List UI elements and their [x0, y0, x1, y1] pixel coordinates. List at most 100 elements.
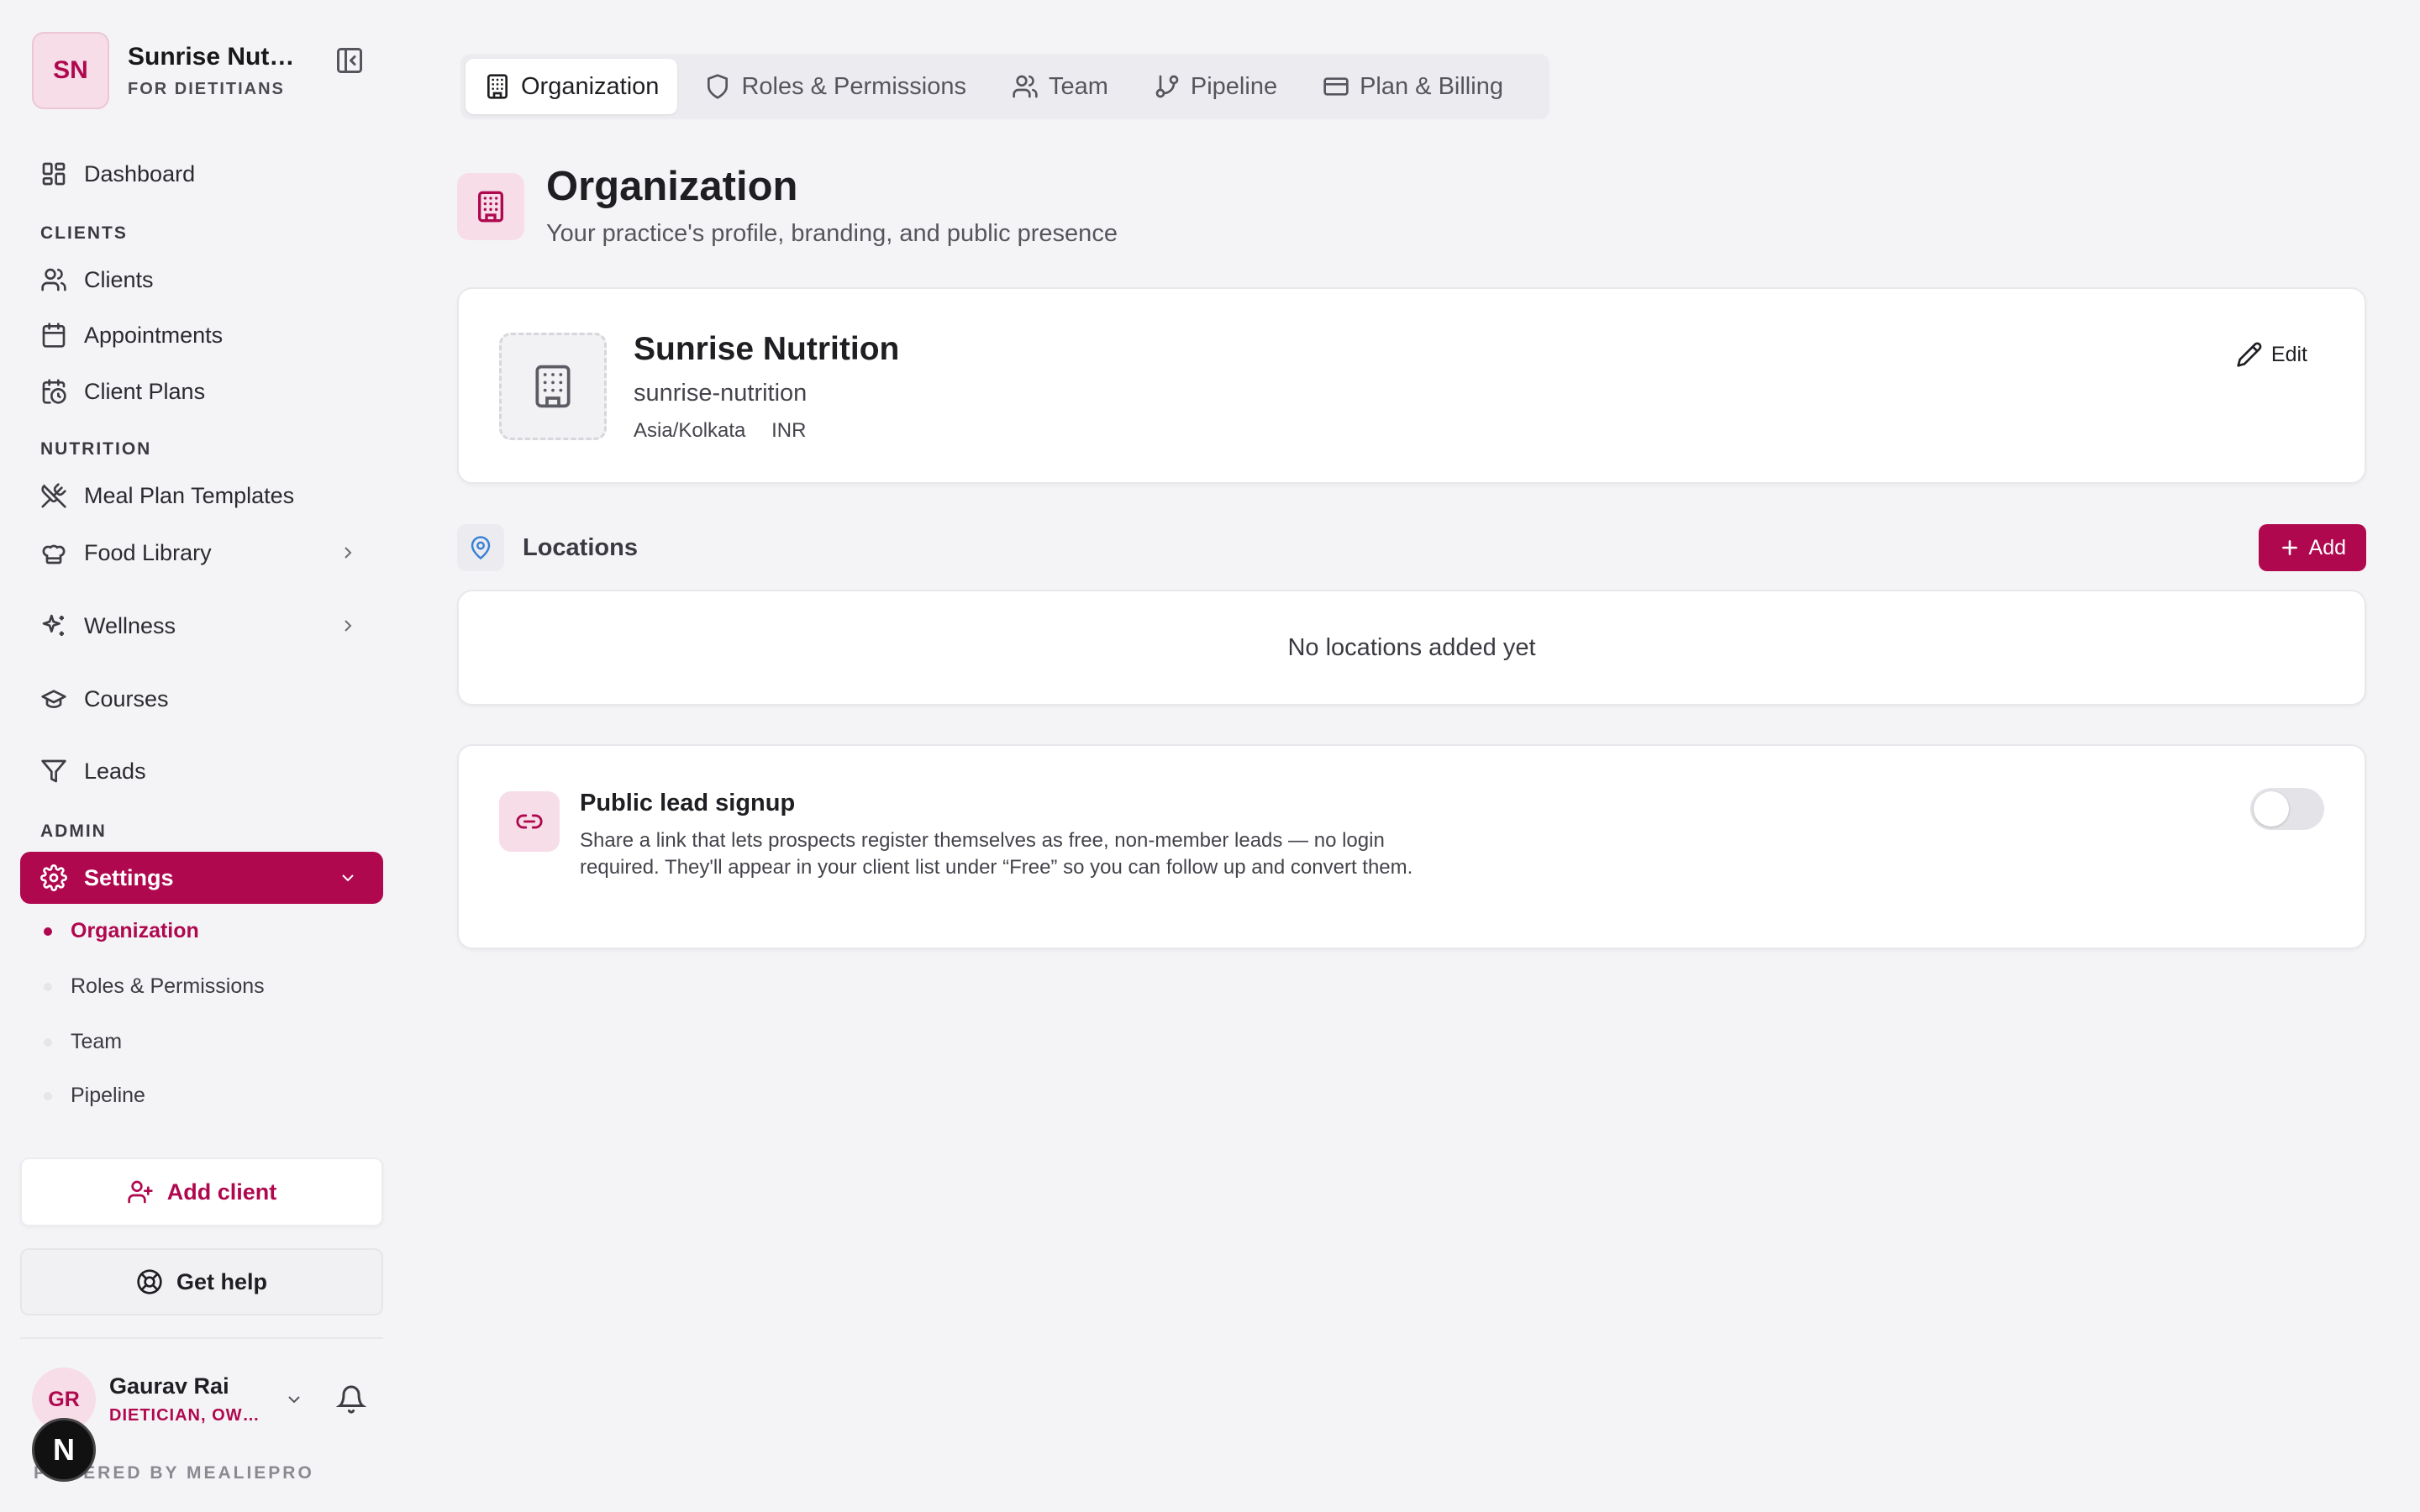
sidebar-item-label: Leads — [84, 758, 146, 784]
locations-header: Locations Add — [457, 524, 2366, 571]
sidebar-item-dashboard[interactable]: Dashboard — [20, 148, 383, 200]
chevron-right-icon — [345, 547, 352, 559]
sidebar-item-wellness[interactable]: Wellness — [20, 600, 383, 652]
sidebar-item-leads[interactable]: Leads — [20, 745, 383, 797]
user-role: DIETICIAN, OW… — [109, 1406, 260, 1425]
add-location-button[interactable]: Add — [2258, 524, 2366, 571]
lead-signup-description: Share a link that lets prospects registe… — [580, 829, 1413, 879]
sidebar-item-label: Wellness — [84, 612, 176, 638]
gear-icon — [40, 864, 67, 891]
get-help-button[interactable]: Get help — [20, 1248, 383, 1315]
user-plus-icon — [128, 1180, 153, 1204]
building-icon — [535, 365, 571, 408]
lead-signup-toggle[interactable] — [2250, 788, 2324, 830]
sidebar-subitem-pipeline[interactable]: Pipeline — [44, 1084, 145, 1108]
tab-team[interactable]: Team — [993, 59, 1127, 114]
life-buoy-icon — [137, 1269, 162, 1294]
building-icon — [487, 74, 508, 99]
sidebar-subitem-organization[interactable]: Organization — [44, 919, 199, 943]
sidebar-item-client-plans[interactable]: Client Plans — [20, 365, 383, 417]
sidebar-item-meal-plan-templates[interactable]: Meal Plan Templates — [20, 470, 383, 522]
calendar-icon — [42, 323, 66, 348]
org-avatar: SN — [32, 32, 109, 109]
org-slug: sunrise-nutrition — [634, 380, 808, 407]
tab-organization[interactable]: Organization — [466, 59, 678, 114]
bullet-dot — [44, 927, 52, 936]
dev-tools-badge[interactable]: N — [32, 1418, 96, 1482]
sidebar-item-label: Appointments — [84, 322, 224, 348]
tab-pipeline[interactable]: Pipeline — [1135, 59, 1296, 114]
locations-title: Locations — [523, 533, 638, 561]
tab-roles-permissions[interactable]: Roles & Permissions — [686, 59, 985, 114]
sparkles-icon — [42, 614, 64, 636]
org-header[interactable]: SN Sunrise Nutr… FOR DIETITIANS — [32, 32, 304, 109]
sidebar-collapse-icon[interactable] — [334, 45, 365, 76]
sidebar-subitem-label: Pipeline — [71, 1084, 145, 1107]
sidebar-subitem-label: Team — [71, 1030, 123, 1053]
sidebar-item-label: Client Plans — [84, 378, 206, 404]
settings-tabs: Organization Roles & Permissions Team Pi… — [460, 54, 1549, 119]
add-label: Add — [2308, 535, 2346, 559]
sidebar-item-label: Settings — [84, 864, 174, 890]
lead-signup-title: Public lead signup — [580, 790, 796, 816]
tab-label: Organization — [521, 72, 660, 100]
chef-hat-icon — [42, 544, 66, 564]
sidebar-divider — [20, 1337, 383, 1339]
sidebar-item-appointments[interactable]: Appointments — [20, 309, 383, 361]
section-label-clients: CLIENTS — [40, 223, 128, 243]
filter-icon — [41, 759, 66, 783]
app: SN Sunrise Nutr… FOR DIETITIANS Dashboar… — [0, 0, 2420, 1512]
tab-label: Plan & Billing — [1360, 72, 1503, 100]
sidebar-item-label: Clients — [84, 266, 154, 292]
link-icon — [499, 791, 560, 852]
map-pin-icon — [457, 524, 504, 571]
chevron-down-icon — [342, 874, 354, 882]
sidebar-item-courses[interactable]: Courses — [20, 673, 383, 725]
bullet-dot — [44, 982, 52, 991]
bullet-dot — [44, 1037, 52, 1047]
toggle-knob — [2254, 791, 2289, 827]
section-label-admin: ADMIN — [40, 822, 107, 841]
git-branch-icon — [1155, 75, 1179, 98]
get-help-label: Get help — [176, 1268, 267, 1294]
bullet-dot — [44, 1091, 52, 1100]
shield-icon — [708, 74, 729, 99]
sidebar-subitem-label: Roles & Permissions — [71, 974, 265, 998]
users-icon — [1013, 75, 1038, 98]
sidebar-subitem-label: Organization — [71, 919, 199, 942]
org-logo-placeholder[interactable] — [499, 333, 607, 440]
edit-button[interactable]: Edit — [2236, 341, 2307, 368]
page-subtitle: Your practice's profile, branding, and p… — [546, 220, 1118, 247]
tab-plan-billing[interactable]: Plan & Billing — [1304, 59, 1522, 114]
sidebar-item-clients[interactable]: Clients — [20, 254, 383, 306]
credit-card-icon — [1323, 77, 1349, 96]
org-timezone: Asia/Kolkata — [634, 419, 746, 442]
pencil-icon — [2237, 342, 2262, 367]
page-header: Organization Your practice's profile, br… — [457, 163, 1118, 248]
user-name: Gaurav Rai — [109, 1373, 229, 1399]
tab-label: Pipeline — [1190, 72, 1278, 100]
locations-empty-state: No locations added yet — [1287, 633, 1536, 661]
graduation-cap-icon — [41, 690, 66, 708]
add-client-label: Add client — [166, 1179, 277, 1205]
calendar-clock-icon — [42, 379, 66, 404]
plus-icon — [2281, 540, 2297, 555]
org-name: Sunrise Nutr… — [128, 42, 304, 71]
chevron-down-icon[interactable] — [284, 1389, 304, 1410]
bell-icon[interactable] — [336, 1384, 366, 1415]
tab-label: Roles & Permissions — [741, 72, 966, 100]
page-title: Organization — [546, 164, 798, 209]
sidebar-subitem-roles-permissions[interactable]: Roles & Permissions — [44, 974, 265, 999]
sidebar-item-label: Food Library — [84, 539, 212, 565]
sidebar-item-label: Dashboard — [84, 160, 196, 186]
building-icon — [457, 173, 524, 240]
edit-label: Edit — [2270, 342, 2307, 366]
utensils-crossed-icon — [41, 483, 66, 508]
sidebar-item-food-library[interactable]: Food Library — [20, 527, 383, 579]
sidebar-item-settings[interactable]: Settings — [20, 852, 383, 904]
sidebar-item-label: Courses — [84, 685, 169, 711]
add-client-button[interactable]: Add client — [20, 1158, 383, 1226]
org-currency: INR — [771, 419, 807, 442]
sidebar-subitem-team[interactable]: Team — [44, 1030, 122, 1054]
user-menu[interactable]: GR Gaurav Rai DIETICIAN, OW… — [32, 1368, 385, 1431]
